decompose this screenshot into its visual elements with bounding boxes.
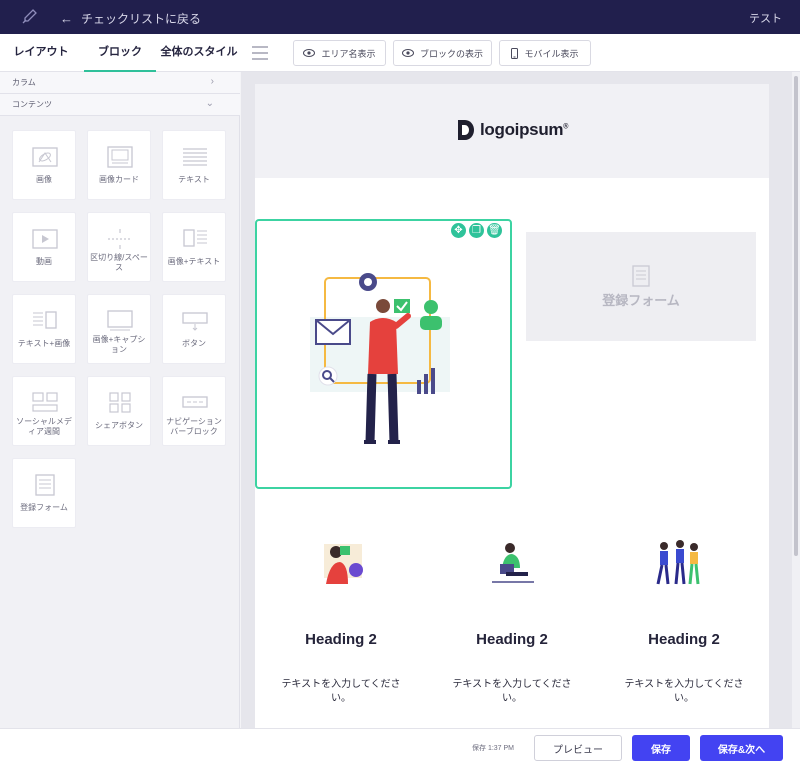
scrollbar-thumb[interactable] bbox=[794, 76, 798, 556]
tile-label: テキスト+画像 bbox=[17, 339, 71, 348]
share-icon bbox=[109, 392, 131, 413]
block-actions: ✥ ❐ 🗑 bbox=[451, 223, 502, 238]
text-icon bbox=[183, 148, 207, 166]
tile-label: 画像 bbox=[36, 175, 52, 184]
copy-icon[interactable]: ❐ bbox=[469, 223, 484, 238]
column-text-1[interactable]: テキストを入力してください。 bbox=[276, 678, 406, 706]
chevron-down-icon: ⌄ bbox=[205, 98, 214, 109]
signup-form-placeholder[interactable]: 登録フォーム bbox=[526, 232, 756, 341]
section-column-label: カラム bbox=[12, 78, 36, 87]
video-icon bbox=[32, 229, 58, 249]
tile-label: 画像+テキスト bbox=[167, 257, 221, 266]
save-and-next-button[interactable]: 保存&次へ bbox=[700, 735, 783, 761]
editor-toolbar: レイアウト ブロック 全体のスタイル エリア名表示 ブロックの表示 モバイル表示 bbox=[0, 34, 800, 72]
back-to-checklist-link[interactable]: ← チェックリストに戻る bbox=[60, 10, 201, 27]
mobile-view-button[interactable]: モバイル表示 bbox=[499, 40, 591, 66]
section-column[interactable]: カラム › bbox=[0, 72, 240, 94]
form-placeholder-label: 登録フォーム bbox=[602, 293, 680, 308]
block-sidebar: カラム › コンテンツ ⌄ 画像 画像カード テキスト 動画 区切り線/スペース… bbox=[0, 72, 240, 728]
divider-icon bbox=[108, 229, 132, 249]
preview-button[interactable]: プレビュー bbox=[534, 735, 622, 761]
trash-icon[interactable]: 🗑 bbox=[487, 223, 502, 238]
arrow-left-icon: ← bbox=[60, 11, 73, 26]
column-illustration-3 bbox=[656, 540, 700, 585]
column-illustration-1 bbox=[324, 544, 363, 584]
block-tile-navbar[interactable]: ナビゲーションバーブロック bbox=[162, 376, 226, 446]
navbar-icon bbox=[182, 396, 208, 408]
form-icon bbox=[632, 265, 650, 287]
save-button[interactable]: 保存 bbox=[632, 735, 690, 761]
editor-footer: 保存 1:37 PM プレビュー 保存 保存&次へ bbox=[0, 728, 800, 766]
column-text-2[interactable]: テキストを入力してください。 bbox=[447, 678, 577, 706]
chevron-right-icon: › bbox=[210, 76, 214, 87]
block-tile-share[interactable]: シェアボタン bbox=[87, 376, 151, 446]
tab-global-style[interactable]: 全体のスタイル bbox=[158, 34, 240, 72]
menu-icon[interactable] bbox=[252, 46, 268, 60]
show-area-names-label: エリア名表示 bbox=[321, 48, 376, 59]
column-heading-3[interactable]: Heading 2 bbox=[619, 631, 749, 648]
block-tile-video[interactable]: 動画 bbox=[12, 212, 76, 282]
project-name[interactable]: テスト bbox=[749, 10, 782, 26]
column-heading-2[interactable]: Heading 2 bbox=[447, 631, 577, 648]
block-tile-social[interactable]: ソーシャルメディア週間 bbox=[12, 376, 76, 446]
logoipsum-icon bbox=[458, 120, 474, 140]
text-image-icon bbox=[33, 311, 57, 329]
section-content-label: コンテンツ bbox=[12, 100, 52, 109]
tile-label: ナビゲーションバーブロック bbox=[166, 417, 222, 436]
block-tile-button[interactable]: ボタン bbox=[162, 294, 226, 364]
image-text-icon bbox=[183, 229, 207, 247]
image-icon bbox=[32, 147, 58, 167]
tile-label: 区切り線/スペース bbox=[90, 253, 148, 272]
mobile-icon bbox=[511, 47, 519, 59]
block-tile-image-card[interactable]: 画像カード bbox=[87, 130, 151, 200]
tile-label: テキスト bbox=[178, 175, 210, 184]
block-tile-form[interactable]: 登録フォーム bbox=[12, 458, 76, 528]
tile-label: ソーシャルメディア週間 bbox=[16, 417, 72, 436]
block-tile-text-image[interactable]: テキスト+画像 bbox=[12, 294, 76, 364]
form-icon bbox=[35, 474, 55, 496]
block-tile-image-caption[interactable]: 画像+キャプション bbox=[87, 294, 151, 364]
button-icon bbox=[182, 312, 208, 331]
rocket-icon[interactable] bbox=[20, 8, 38, 26]
image-card-icon bbox=[107, 146, 133, 168]
show-area-names-button[interactable]: エリア名表示 bbox=[293, 40, 386, 66]
tile-label: 画像カード bbox=[99, 175, 139, 184]
tab-block[interactable]: ブロック bbox=[84, 34, 156, 72]
block-tile-text[interactable]: テキスト bbox=[162, 130, 226, 200]
block-tile-divider[interactable]: 区切り線/スペース bbox=[87, 212, 151, 282]
canvas-scrollbar[interactable] bbox=[792, 72, 800, 728]
column-text-3[interactable]: テキストを入力してください。 bbox=[619, 678, 749, 706]
eye-icon bbox=[401, 49, 414, 57]
tile-label: ボタン bbox=[182, 339, 206, 348]
block-tile-image-text[interactable]: 画像+テキスト bbox=[162, 212, 226, 282]
tab-layout[interactable]: レイアウト bbox=[0, 34, 82, 72]
social-icon bbox=[32, 392, 58, 412]
brand-logo[interactable]: logoipsum® bbox=[456, 119, 568, 141]
column-illustration-2 bbox=[492, 543, 534, 583]
column-heading-1[interactable]: Heading 2 bbox=[276, 631, 406, 648]
back-label: チェックリストに戻る bbox=[81, 12, 202, 26]
block-tile-image[interactable]: 画像 bbox=[12, 130, 76, 200]
tile-label: 動画 bbox=[36, 257, 52, 266]
show-blocks-label: ブロックの表示 bbox=[419, 48, 483, 59]
tile-label: 画像+キャプション bbox=[92, 335, 146, 354]
section-content[interactable]: コンテンツ ⌄ bbox=[0, 94, 240, 116]
top-bar: ← チェックリストに戻る テスト bbox=[0, 0, 800, 34]
image-caption-icon bbox=[107, 310, 133, 331]
show-blocks-button[interactable]: ブロックの表示 bbox=[393, 40, 492, 66]
brand-name: logoipsum® bbox=[480, 120, 569, 139]
hero-illustration bbox=[310, 273, 450, 444]
move-icon[interactable]: ✥ bbox=[451, 223, 466, 238]
tile-label: シェアボタン bbox=[95, 421, 143, 430]
tile-label: 登録フォーム bbox=[20, 503, 68, 512]
saved-timestamp: 保存 1:37 PM bbox=[472, 745, 515, 752]
mobile-view-label: モバイル表示 bbox=[524, 48, 579, 59]
eye-icon bbox=[303, 49, 316, 57]
